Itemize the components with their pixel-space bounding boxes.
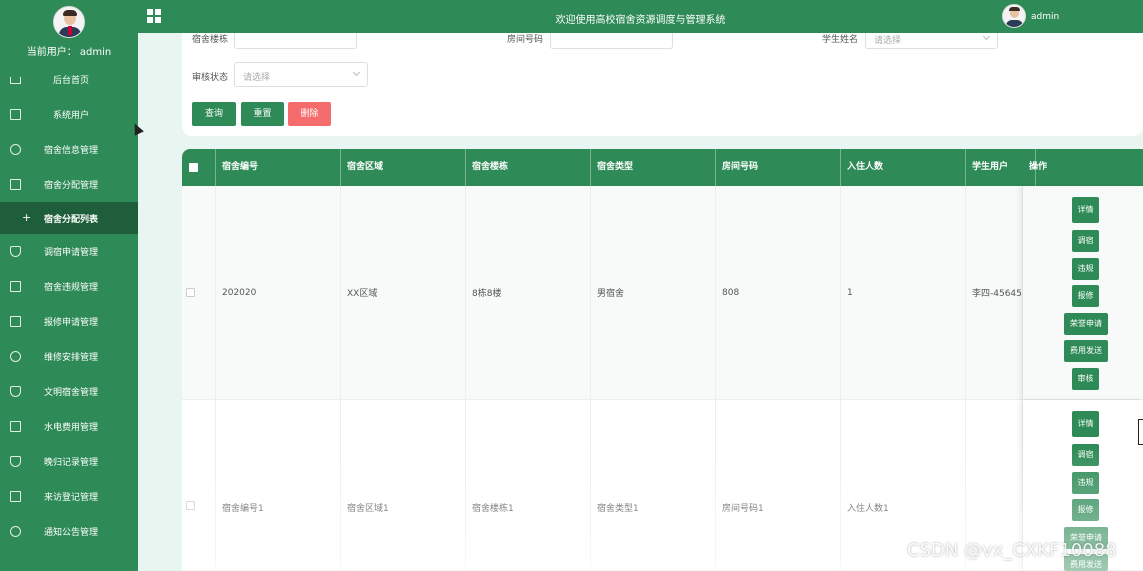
student-label: 学生姓名 bbox=[822, 35, 859, 45]
table-cell: 8栋8楼 bbox=[466, 186, 591, 399]
honor-apply-button[interactable]: 荣誉申请 bbox=[1064, 313, 1108, 335]
sidebar-item-civilized-dorm[interactable]: 文明宿舍管理 bbox=[0, 374, 138, 409]
violation-button[interactable]: 违规 bbox=[1072, 258, 1099, 280]
table-cell: 1 bbox=[841, 186, 966, 399]
detail-button[interactable]: 详情 bbox=[1072, 197, 1099, 223]
room-label: 房间号码 bbox=[507, 35, 544, 45]
table-cell: 宿舍类型1 bbox=[591, 400, 716, 570]
table-cell: 李四-456456 bbox=[966, 186, 1023, 399]
sidebar-item-violations[interactable]: 宿舍违规管理 bbox=[0, 269, 138, 304]
sidebar-item-label: 宿舍信息管理 bbox=[43, 146, 98, 156]
sidebar-item-label: 文明宿舍管理 bbox=[43, 388, 98, 398]
sidebar-item-label: 系统用户 bbox=[52, 111, 89, 121]
sidebar-item-label: 调宿申请管理 bbox=[43, 248, 98, 258]
student-select-placeholder: 请选择 bbox=[874, 36, 902, 46]
delete-button[interactable]: 删除 bbox=[288, 102, 331, 126]
sidebar-item-system-users[interactable]: 系统用户 bbox=[0, 97, 138, 132]
sidebar-item-dashboard[interactable]: 后台首页 bbox=[0, 62, 138, 97]
edge-bracket-icon bbox=[1138, 419, 1143, 445]
review-button[interactable]: 审核 bbox=[1072, 368, 1099, 390]
watermark: CSDN @vx_CXKF10088 bbox=[907, 540, 1117, 561]
sidebar-item-label: 水电费用管理 bbox=[43, 423, 98, 433]
sidebar-item-label: 报修申请管理 bbox=[43, 318, 98, 328]
header-avatar[interactable] bbox=[1002, 4, 1026, 28]
repair-button[interactable]: 报修 bbox=[1072, 499, 1099, 521]
select-all-checkbox[interactable] bbox=[182, 149, 216, 186]
sidebar-item-label: 宿舍分配列表 bbox=[44, 214, 99, 225]
table-cell: 房间号码1 bbox=[716, 400, 841, 570]
table-cell: 男宿舍 bbox=[591, 186, 716, 399]
sidebar-item-utility-fees[interactable]: 水电费用管理 bbox=[0, 409, 138, 444]
room-input[interactable] bbox=[550, 33, 673, 49]
page-title: 欢迎使用高校宿舍资源调度与管理系统 bbox=[555, 15, 726, 26]
table-cell: XX区域 bbox=[341, 186, 466, 399]
data-table: 宿舍编号 宿舍区域 宿舍楼栋 宿舍类型 房间号码 入住人数 学生用户 操作 20… bbox=[182, 149, 1143, 571]
status-label: 审核状态 bbox=[192, 73, 229, 83]
plus-icon: + bbox=[22, 211, 32, 224]
sidebar-user-box: 当前用户： admin bbox=[0, 0, 138, 62]
sidebar-item-visitor-log[interactable]: 来访登记管理 bbox=[0, 479, 138, 514]
avatar[interactable] bbox=[53, 6, 85, 38]
column-header[interactable]: 宿舍类型 bbox=[591, 149, 716, 186]
sidebar: 当前用户： admin 后台首页 系统用户 宿舍信息管理 宿舍分配管理 + 宿舍… bbox=[0, 0, 138, 571]
fee-send-button[interactable]: 费用发送 bbox=[1064, 340, 1108, 362]
row-checkbox[interactable] bbox=[182, 400, 216, 570]
column-header: 操作 bbox=[1029, 162, 1048, 172]
column-header[interactable]: 入住人数 bbox=[841, 149, 966, 186]
table-row: 202020 XX区域 8栋8楼 男宿舍 808 1 李四-456456 详情 … bbox=[182, 186, 1143, 400]
sidebar-item-dorm-info[interactable]: 宿舍信息管理 bbox=[0, 132, 138, 167]
sidebar-item-label: 后台首页 bbox=[52, 76, 89, 86]
sidebar-item-transfer-requests[interactable]: 调宿申请管理 bbox=[0, 234, 138, 269]
building-input[interactable] bbox=[234, 33, 357, 49]
row-actions: 详情 调宿 违规 报修 荣誉申请 费用发送 审核 bbox=[1023, 186, 1143, 399]
column-header[interactable]: 宿舍区域 bbox=[341, 149, 466, 186]
student-select[interactable]: 请选择 bbox=[865, 32, 998, 49]
column-header[interactable]: 房间号码 bbox=[716, 149, 841, 186]
column-header[interactable]: 宿舍楼栋 bbox=[466, 149, 591, 186]
sidebar-item-repair-requests[interactable]: 报修申请管理 bbox=[0, 304, 138, 339]
search-panel: 宿舍楼栋 房间号码 学生姓名 请选择 审核状态 请选择 查询 重置 删除 bbox=[182, 32, 1143, 136]
chevron-down-icon bbox=[352, 68, 361, 77]
sidebar-item-late-return[interactable]: 晚归记录管理 bbox=[0, 444, 138, 479]
status-select-placeholder: 请选择 bbox=[243, 73, 271, 83]
table-cell: 宿舍区域1 bbox=[341, 400, 466, 570]
header-username[interactable]: admin bbox=[1031, 12, 1059, 22]
table-cell: 宿舍楼栋1 bbox=[466, 400, 591, 570]
sidebar-item-label: 维修安排管理 bbox=[43, 353, 98, 363]
sidebar-item-allocation-list[interactable]: + 宿舍分配列表 bbox=[0, 202, 138, 234]
detail-button[interactable]: 详情 bbox=[1072, 411, 1099, 437]
reset-button[interactable]: 重置 bbox=[241, 102, 284, 126]
table-cell: 202020 bbox=[216, 186, 341, 399]
table-cell: 宿舍编号1 bbox=[216, 400, 341, 570]
transfer-button[interactable]: 调宿 bbox=[1072, 230, 1099, 252]
column-header[interactable]: 宿舍编号 bbox=[216, 149, 341, 186]
sidebar-item-label: 晚归记录管理 bbox=[43, 458, 98, 468]
query-button[interactable]: 查询 bbox=[192, 102, 236, 126]
row-checkbox[interactable] bbox=[182, 186, 216, 399]
sidebar-item-notices[interactable]: 通知公告管理 bbox=[0, 514, 138, 549]
chevron-down-icon bbox=[982, 32, 991, 41]
building-label: 宿舍楼栋 bbox=[192, 35, 229, 45]
transfer-button[interactable]: 调宿 bbox=[1072, 444, 1099, 466]
top-header: 欢迎使用高校宿舍资源调度与管理系统 admin bbox=[138, 0, 1143, 33]
table-cell: 808 bbox=[716, 186, 841, 399]
sidebar-item-label: 通知公告管理 bbox=[43, 528, 98, 538]
sidebar-item-repair-schedule[interactable]: 维修安排管理 bbox=[0, 339, 138, 374]
violation-button[interactable]: 违规 bbox=[1072, 472, 1099, 494]
table-header: 宿舍编号 宿舍区域 宿舍楼栋 宿舍类型 房间号码 入住人数 学生用户 操作 bbox=[182, 149, 1143, 186]
sidebar-item-label: 来访登记管理 bbox=[43, 493, 98, 503]
sidebar-item-label: 宿舍分配管理 bbox=[43, 181, 98, 191]
repair-button[interactable]: 报修 bbox=[1072, 285, 1099, 307]
status-select[interactable]: 请选择 bbox=[234, 62, 368, 87]
current-user-label: 当前用户： admin bbox=[26, 47, 112, 58]
sidebar-item-label: 宿舍违规管理 bbox=[43, 283, 98, 293]
sidebar-item-dorm-allocation[interactable]: 宿舍分配管理 bbox=[0, 167, 138, 202]
